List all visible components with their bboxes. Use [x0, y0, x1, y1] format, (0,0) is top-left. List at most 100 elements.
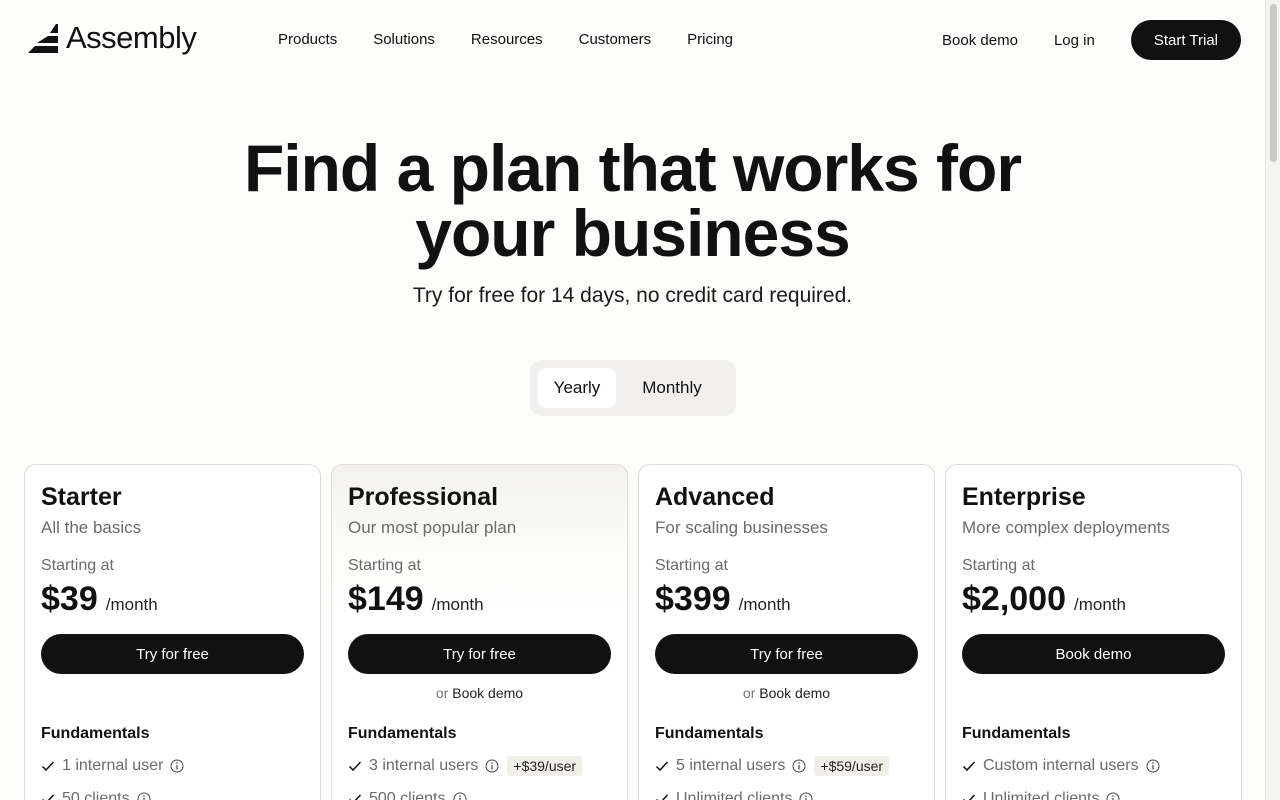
info-icon[interactable] [1106, 792, 1120, 800]
feature-item: 500 clients [348, 789, 611, 800]
scrollbar-thumb[interactable] [1270, 4, 1277, 162]
addon-price-badge: +$39/user [507, 756, 583, 776]
features-heading: Fundamentals [655, 725, 764, 742]
try-for-free-button[interactable]: Try for free [655, 634, 918, 674]
plan-period: /month [105, 595, 158, 614]
check-icon [963, 794, 976, 800]
feature-text: Custom internal users [983, 757, 1139, 774]
plan-price: $39 [41, 580, 98, 618]
check-icon [348, 761, 362, 772]
or-text: or [435, 685, 449, 701]
check-icon [42, 794, 55, 800]
try-for-free-button[interactable]: Try for free [348, 634, 611, 674]
plan-price: $149 [348, 580, 424, 618]
page-subtitle: Try for free for 14 days, no credit card… [412, 284, 853, 307]
feature-item: 1 internal user [41, 756, 304, 776]
info-icon[interactable] [485, 759, 499, 773]
toggle-monthly[interactable]: Monthly [616, 368, 728, 408]
or-book-demo: or Book demo [655, 685, 918, 702]
nav-link-resources[interactable]: Resources [471, 31, 543, 48]
check-icon [41, 761, 55, 772]
feature-item: Custom internal users [962, 756, 1225, 776]
book-demo-button[interactable]: Book demo [962, 634, 1225, 674]
plan-name: Starter [41, 483, 122, 511]
feature-text: 5 internal users [676, 757, 786, 774]
feature-text: 500 clients [369, 790, 446, 800]
billing-period-toggle: Yearly Monthly [530, 360, 736, 416]
addon-price-badge: +$59/user [814, 756, 890, 776]
start-trial-button[interactable]: Start Trial [1130, 20, 1241, 60]
plan-starting-at: Starting at [962, 557, 1035, 574]
feature-text: Unlimited clients [676, 790, 793, 800]
feature-item: 50 clients [41, 789, 304, 800]
plan-card-enterprise: Enterprise More complex deployments Star… [945, 464, 1242, 800]
info-icon[interactable] [137, 792, 151, 800]
plan-price-row: $39 /month [41, 580, 304, 619]
info-icon[interactable] [453, 792, 467, 800]
plan-name: Advanced [655, 483, 775, 511]
book-demo-link[interactable]: Book demo [452, 685, 523, 701]
try-for-free-button[interactable]: Try for free [41, 634, 304, 674]
check-icon [656, 794, 669, 800]
feature-item: 3 internal users +$39/user [348, 756, 611, 776]
assembly-logo-icon [28, 24, 58, 53]
feature-text: 1 internal user [62, 757, 164, 774]
or-book-demo [41, 685, 304, 702]
info-icon[interactable] [799, 792, 813, 800]
nav-link-products[interactable]: Products [278, 31, 337, 48]
nav-link-solutions[interactable]: Solutions [373, 31, 435, 48]
logo-wordmark: Assembly [66, 20, 197, 55]
or-text: or [742, 685, 756, 701]
nav-actions: Book demo Log in Start Trial [942, 20, 1241, 60]
nav-links: Products Solutions Resources Customers P… [278, 31, 733, 48]
plan-card-professional: Professional Our most popular plan Start… [331, 464, 628, 800]
page-scrollbar[interactable] [1265, 0, 1280, 800]
feature-item: Unlimited clients [962, 789, 1225, 800]
plan-card-advanced: Advanced For scaling businesses Starting… [638, 464, 935, 800]
info-icon[interactable] [792, 759, 806, 773]
info-icon[interactable] [1146, 759, 1160, 773]
features-heading: Fundamentals [348, 725, 457, 742]
plan-price-row: $2,000 /month [962, 580, 1225, 619]
plan-starting-at: Starting at [41, 557, 114, 574]
plan-description: More complex deployments [962, 518, 1170, 537]
plan-period: /month [738, 595, 791, 614]
plan-price-row: $399 /month [655, 580, 918, 619]
check-icon [962, 761, 976, 772]
check-icon [655, 761, 669, 772]
plan-price: $2,000 [962, 580, 1066, 618]
plan-starting-at: Starting at [655, 557, 728, 574]
plan-name: Enterprise [962, 483, 1086, 511]
plan-card-starter: Starter All the basics Starting at $39 /… [24, 464, 321, 800]
feature-text: 50 clients [62, 790, 130, 800]
nav-link-customers[interactable]: Customers [579, 31, 652, 48]
toggle-yearly[interactable]: Yearly [538, 368, 616, 408]
feature-text: Unlimited clients [983, 790, 1100, 800]
features-heading: Fundamentals [41, 725, 150, 742]
check-icon [349, 794, 362, 800]
plan-name: Professional [348, 483, 499, 511]
or-book-demo: or Book demo [348, 685, 611, 702]
plan-starting-at: Starting at [348, 557, 421, 574]
page-title-line-2: your business [415, 196, 850, 270]
info-icon[interactable] [170, 759, 184, 773]
plan-description: For scaling businesses [655, 518, 828, 537]
feature-text: 3 internal users [369, 757, 479, 774]
page-title: Find a plan that works for your business [0, 131, 1265, 270]
feature-item: 5 internal users +$59/user [655, 756, 918, 776]
plan-period: /month [431, 595, 484, 614]
plan-price: $399 [655, 580, 731, 618]
page-title-line-1: Find a plan that works for [243, 131, 1022, 205]
plan-description: Our most popular plan [348, 518, 517, 537]
book-demo-link[interactable]: Book demo [759, 685, 830, 701]
plan-description: All the basics [41, 518, 142, 537]
or-book-demo [962, 685, 1225, 702]
feature-item: Unlimited clients [655, 789, 918, 800]
top-nav: Assembly Products Solutions Resources Cu… [0, 0, 1265, 80]
nav-link-pricing[interactable]: Pricing [687, 31, 733, 48]
plan-price-row: $149 /month [348, 580, 611, 619]
book-demo-link[interactable]: Book demo [942, 32, 1018, 49]
assembly-logo[interactable]: Assembly [26, 20, 197, 56]
features-heading: Fundamentals [962, 725, 1071, 742]
log-in-link[interactable]: Log in [1054, 32, 1095, 49]
